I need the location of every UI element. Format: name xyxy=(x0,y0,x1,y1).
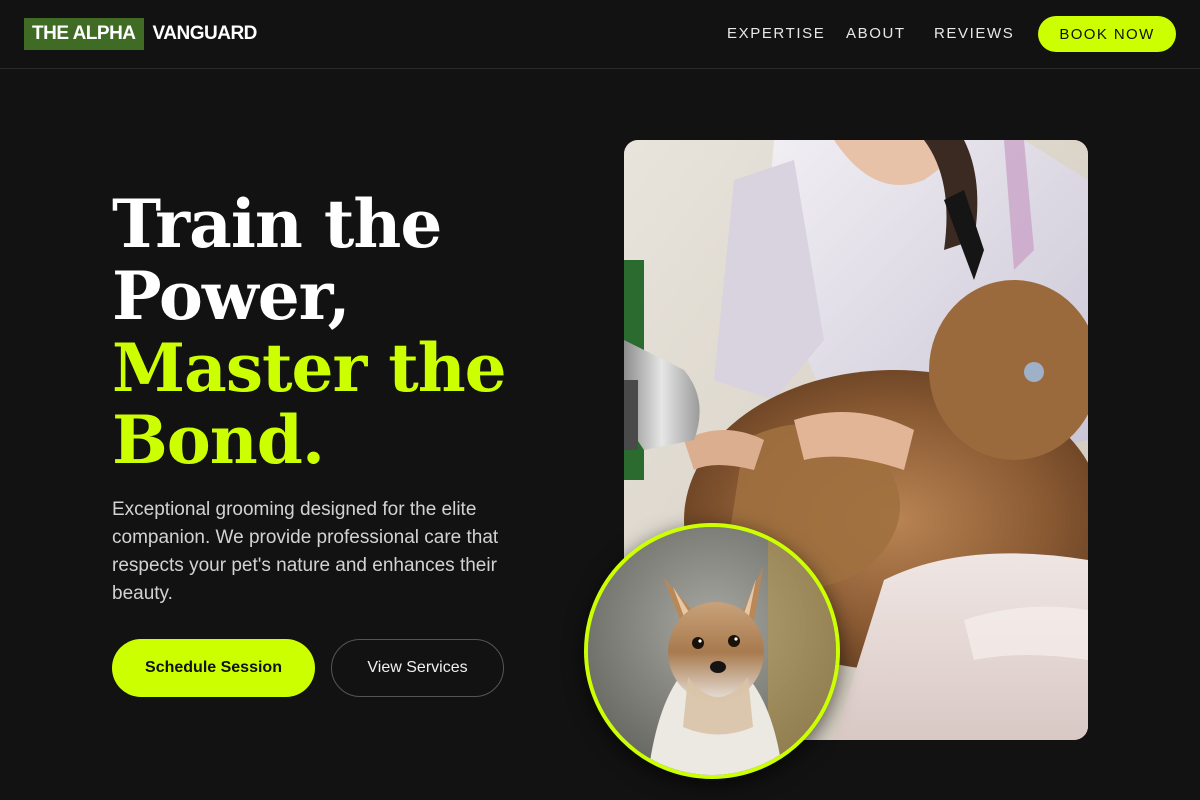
schedule-session-button[interactable]: Schedule Session xyxy=(112,639,315,697)
nav-link-expertise[interactable]: EXPERTISE xyxy=(727,25,825,42)
headline-line-2: Power, xyxy=(112,257,351,335)
headline-line-3: Master the xyxy=(112,329,507,407)
brand-logo[interactable]: THE ALPHA VANGUARD xyxy=(24,18,257,50)
hero-description: Exceptional grooming designed for the el… xyxy=(112,499,499,604)
logo-highlight: THE ALPHA xyxy=(24,18,144,50)
hero-headline: Train the Power, Master the Bond. xyxy=(112,185,507,479)
headline-line-4: Bond. xyxy=(112,401,325,479)
nav-link-reviews[interactable]: REVIEWS xyxy=(934,25,1014,42)
nav-link-about[interactable]: ABOUT xyxy=(846,25,906,42)
headline-line-1: Train the xyxy=(112,185,442,263)
logo-text: VANGUARD xyxy=(152,23,258,44)
book-now-button[interactable]: BOOK NOW xyxy=(1038,16,1176,52)
yorkshire-terrier-photo xyxy=(584,523,840,779)
top-navigation-bar: THE ALPHA VANGUARD EXPERTISE ABOUT REVIE… xyxy=(0,0,1200,69)
view-services-button[interactable]: View Services xyxy=(331,639,504,697)
